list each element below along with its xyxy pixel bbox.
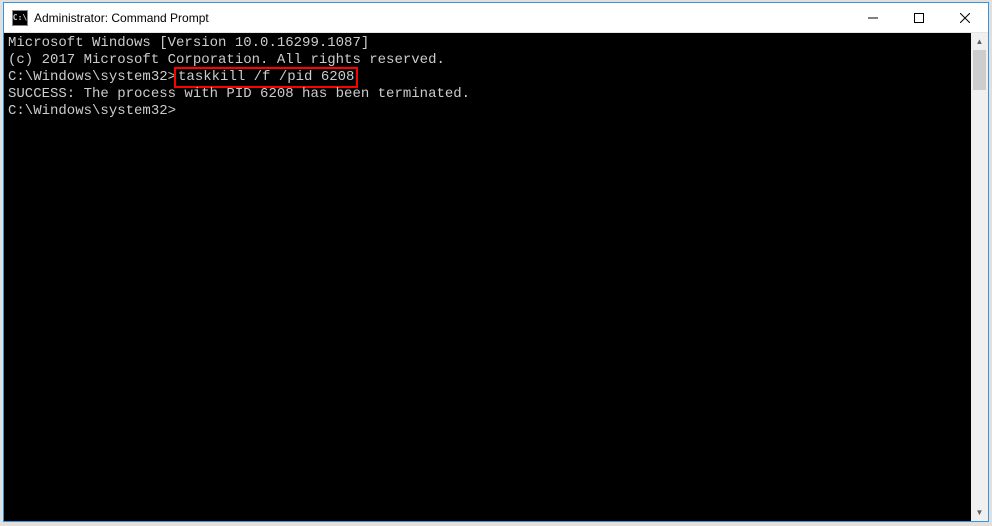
highlighted-command: taskkill /f /pid 6208 <box>174 67 358 88</box>
scroll-track[interactable] <box>971 50 988 504</box>
minimize-button[interactable] <box>850 3 896 32</box>
scroll-down-arrow[interactable]: ▼ <box>971 504 988 521</box>
maximize-icon <box>914 13 924 23</box>
output-line: (c) 2017 Microsoft Corporation. All righ… <box>8 52 967 69</box>
titlebar[interactable]: C:\ Administrator: Command Prompt <box>4 3 988 33</box>
minimize-icon <box>868 13 878 23</box>
output-line: SUCCESS: The process with PID 6208 has b… <box>8 86 967 103</box>
close-button[interactable] <box>942 3 988 32</box>
scroll-up-arrow[interactable]: ▲ <box>971 33 988 50</box>
vertical-scrollbar[interactable]: ▲ ▼ <box>971 33 988 521</box>
maximize-button[interactable] <box>896 3 942 32</box>
prompt-line: C:\Windows\system32> <box>8 103 967 120</box>
prompt-line: C:\Windows\system32>taskkill /f /pid 620… <box>8 69 967 86</box>
terminal-output[interactable]: Microsoft Windows [Version 10.0.16299.10… <box>4 33 971 521</box>
command-prompt-window: C:\ Administrator: Command Prompt Micros… <box>3 2 989 522</box>
terminal-area: Microsoft Windows [Version 10.0.16299.10… <box>4 33 988 521</box>
window-title: Administrator: Command Prompt <box>34 11 850 25</box>
output-line: Microsoft Windows [Version 10.0.16299.10… <box>8 35 967 52</box>
cmd-icon: C:\ <box>12 10 28 26</box>
prompt-path: C:\Windows\system32> <box>8 69 176 85</box>
window-controls <box>850 3 988 32</box>
scroll-thumb[interactable] <box>973 50 986 90</box>
close-icon <box>960 13 970 23</box>
